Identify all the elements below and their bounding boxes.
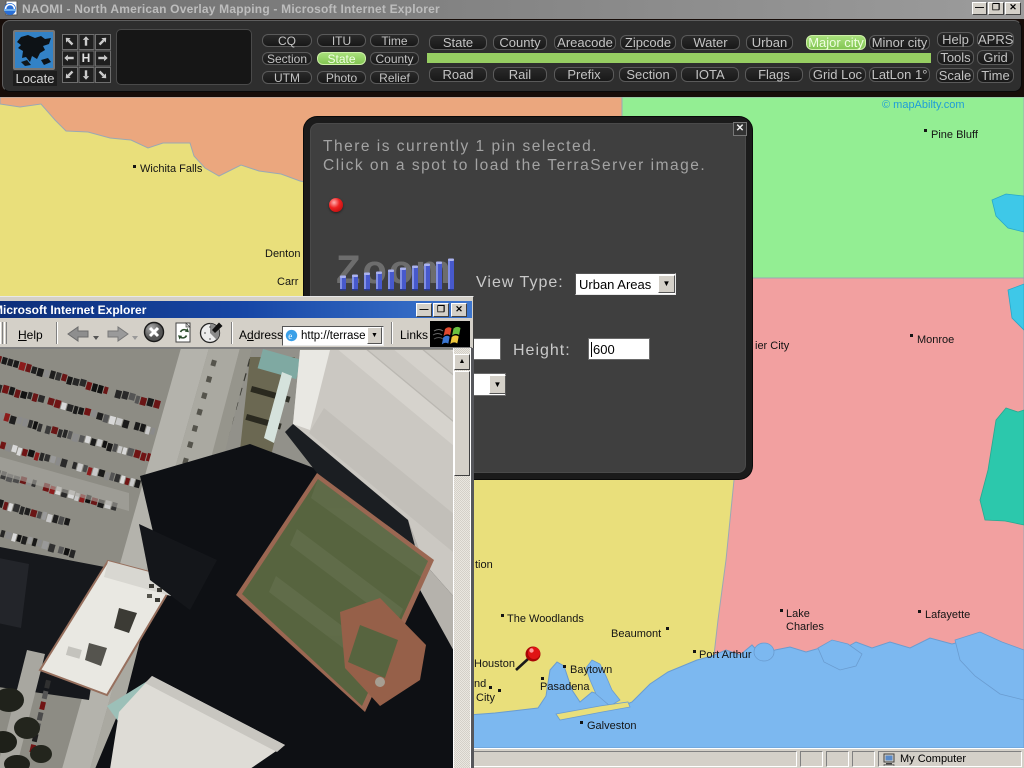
svg-text:tion: tion: [475, 559, 493, 571]
svg-text:Galveston: Galveston: [587, 720, 637, 732]
svg-text:ier City: ier City: [755, 340, 790, 352]
svg-text:Pine Bluff: Pine Bluff: [931, 129, 979, 141]
svg-text:nd: nd: [474, 678, 486, 690]
svg-text:e: e: [288, 331, 292, 341]
svg-text:H: H: [82, 51, 91, 65]
svg-text:The Woodlands: The Woodlands: [507, 613, 584, 625]
svg-text:© mapAbilty.com: © mapAbilty.com: [882, 99, 964, 111]
svg-text:Pasadena: Pasadena: [540, 681, 590, 693]
svg-text:Carr: Carr: [277, 276, 299, 288]
svg-text:Denton: Denton: [265, 248, 300, 260]
svg-text:Lafayette: Lafayette: [925, 609, 970, 621]
svg-text:City: City: [476, 692, 495, 704]
svg-text:Baytown: Baytown: [570, 664, 612, 676]
svg-text:Wichita Falls: Wichita Falls: [140, 163, 203, 175]
svg-text:Charles: Charles: [786, 621, 824, 633]
svg-text:Port Arthur: Port Arthur: [699, 649, 752, 661]
svg-text:Houston: Houston: [474, 658, 515, 670]
svg-text:Lake: Lake: [786, 608, 810, 620]
svg-text:Monroe: Monroe: [917, 334, 954, 346]
svg-text:Beaumont: Beaumont: [611, 628, 661, 640]
